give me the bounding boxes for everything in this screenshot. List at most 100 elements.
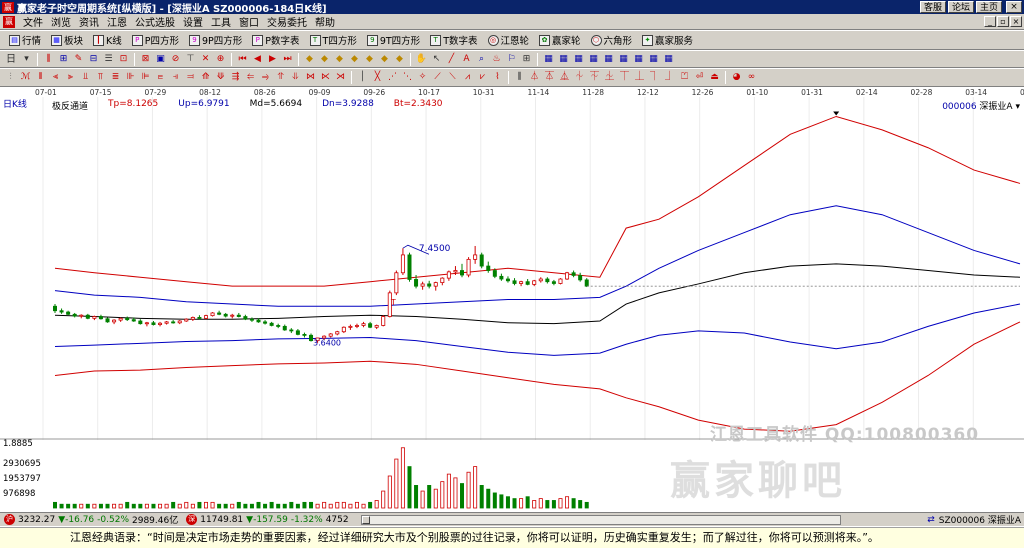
shenzhen-index[interactable]: 深 11749.81 ▼-157.59 -1.32% 4752 (182, 514, 352, 525)
draw-tool-icon[interactable]: ⊞ (520, 53, 533, 66)
draw-tool-icon[interactable]: ⊠ (139, 53, 152, 66)
draw-tool-icon[interactable]: ⊞ (57, 53, 70, 66)
menu-tools[interactable]: 工具 (207, 14, 235, 29)
analysis-tool-icon[interactable]: ⏈ (603, 71, 616, 84)
analysis-tool-icon[interactable]: ⋈ (304, 71, 317, 84)
dropdown-icon[interactable]: ▾ (1015, 102, 1020, 112)
analysis-tool-icon[interactable]: ⫫ (79, 71, 92, 84)
draw-tool-icon[interactable]: ⊡ (117, 53, 130, 66)
toolbar-9t-square-button[interactable]: 9 9T四方形 (362, 33, 425, 47)
diamond-tool-icon[interactable]: ◆ (363, 53, 376, 66)
analysis-tool-icon[interactable]: ⇶ (229, 71, 242, 84)
draw-tool-icon[interactable]: ⊤ (184, 53, 197, 66)
analysis-tool-icon[interactable]: ⫷ (49, 71, 62, 84)
toolbar-gann-wheel-button[interactable]: ◎ 江恩轮 (483, 33, 535, 47)
pointer-icon[interactable]: ↖ (430, 53, 443, 66)
toolbar-winner-wheel-button[interactable]: ✿ 赢家轮 (534, 33, 586, 47)
analysis-tool-icon[interactable]: ⋊ (334, 71, 347, 84)
draw-tool-icon[interactable]: ⊟ (87, 53, 100, 66)
kline-chart[interactable]: 07-01 07-15 07-29 08-12 08-26 09-09 09-26 10-17… (0, 87, 1024, 512)
analysis-tool-icon[interactable]: ⊫ (139, 71, 152, 84)
draw-tool-icon[interactable]: ▣ (154, 53, 167, 66)
diamond-tool-icon[interactable]: ◆ (333, 53, 346, 66)
grid-icon[interactable]: ▦ (632, 53, 645, 66)
diamond-tool-icon[interactable]: ◆ (318, 53, 331, 66)
analysis-tool-icon[interactable]: ⏃ (528, 71, 541, 84)
analysis-tool-icon[interactable]: ✧ (416, 71, 429, 84)
analysis-tool-icon[interactable]: ⏅ (558, 71, 571, 84)
forum-link[interactable]: 论坛 (947, 1, 974, 13)
hand-icon[interactable]: ✋ (415, 53, 428, 66)
diamond-tool-icon[interactable]: ◆ (303, 53, 316, 66)
toolbar-p-number-button[interactable]: P P数字表 (247, 33, 304, 47)
color-wheel-icon[interactable]: ◕ (730, 71, 743, 84)
toolbar-9p-square-button[interactable]: 9 9P四方形 (184, 33, 247, 47)
analysis-tool-icon[interactable]: ⫢ (154, 71, 167, 84)
draw-tool-icon[interactable]: ⊘ (169, 53, 182, 66)
menu-formula[interactable]: 公式选股 (131, 14, 179, 29)
menu-gann[interactable]: 江恩 (103, 14, 131, 29)
diamond-tool-icon[interactable]: ◆ (348, 53, 361, 66)
current-stock[interactable]: SZ000006 深振业A (939, 513, 1021, 526)
draw-tool-icon[interactable]: ✎ (72, 53, 85, 66)
grid-icon[interactable]: ▦ (587, 53, 600, 66)
analysis-tool-icon[interactable]: ⏌ (663, 71, 676, 84)
analysis-tool-icon[interactable]: ⫸ (64, 71, 77, 84)
last-icon[interactable]: ⏭ (281, 53, 294, 66)
menu-help[interactable]: 帮助 (311, 14, 339, 29)
analysis-tool-icon[interactable]: ⏆ (573, 71, 586, 84)
analysis-tool-icon[interactable]: ⥤ (259, 71, 272, 84)
scrollbar-thumb[interactable] (361, 515, 370, 524)
analysis-tool-icon[interactable]: ⫤ (184, 71, 197, 84)
minimize-icon[interactable]: _ (984, 16, 996, 27)
analysis-tool-icon[interactable]: ⫪ (94, 71, 107, 84)
analysis-tool-icon[interactable]: ⟱ (214, 71, 227, 84)
analysis-tool-icon[interactable]: ⫶ (4, 71, 17, 84)
service-link[interactable]: 客服 (919, 1, 946, 13)
grid-icon[interactable]: ▦ (602, 53, 615, 66)
first-icon[interactable]: ⏮ (236, 53, 249, 66)
menu-trade[interactable]: 交易委托 (263, 14, 311, 29)
next-icon[interactable]: ▶ (266, 53, 279, 66)
toolbar-t-square-button[interactable]: T T四方形 (305, 33, 362, 47)
analysis-tool-icon[interactable]: ⋱ (401, 71, 414, 84)
shanghai-index[interactable]: 沪 3232.27 ▼-16.76 -0.52% 2989.46亿 (0, 513, 182, 526)
toolbar-hexagon-button[interactable]: ⬡ 六角形 (586, 33, 638, 47)
toolbar-p-square-button[interactable]: P P四方形 (127, 33, 184, 47)
analysis-tool-icon[interactable]: ⋰ (386, 71, 399, 84)
zoom-icon[interactable]: ⌕ (475, 53, 488, 66)
toolbar-kline-button[interactable]: ┃ K线 (88, 33, 127, 47)
grid-icon[interactable]: ▦ (572, 53, 585, 66)
analysis-tool-icon[interactable]: ⥣ (274, 71, 287, 84)
analysis-tool-icon[interactable]: │ (356, 71, 369, 84)
analysis-tool-icon[interactable]: ⟍ (446, 71, 459, 84)
doc-close-icon[interactable]: × (1010, 16, 1022, 27)
draw-tool-icon[interactable]: ⫼ (42, 53, 55, 66)
period-selector[interactable]: 日 (4, 53, 18, 66)
close-button[interactable]: × (1006, 1, 1022, 13)
homepage-link[interactable]: 主页 (975, 1, 1002, 13)
draw-tool-icon[interactable]: ⚐ (505, 53, 518, 66)
grid-icon[interactable]: ▦ (617, 53, 630, 66)
menu-file[interactable]: 文件 (19, 14, 47, 29)
toolbar-quote-button[interactable]: ▤ 行情 (4, 33, 46, 47)
draw-tool-icon[interactable]: ⊕ (214, 53, 227, 66)
toolbar-service-button[interactable]: ✦ 赢家服务 (637, 33, 698, 47)
analysis-tool-icon[interactable]: ╳ (371, 71, 384, 84)
analysis-tool-icon[interactable]: ⏏ (708, 71, 721, 84)
draw-tool-icon[interactable]: ☰ (102, 53, 115, 66)
analysis-tool-icon[interactable]: ⏇ (588, 71, 601, 84)
infinity-icon[interactable]: ∞ (745, 71, 758, 84)
analysis-tool-icon[interactable]: ⏍ (678, 71, 691, 84)
menu-settings[interactable]: 设置 (179, 14, 207, 29)
line-tool-icon[interactable]: ╱ (445, 53, 458, 66)
analysis-tool-icon[interactable]: ⥢ (244, 71, 257, 84)
analysis-tool-icon[interactable]: ⩗ (476, 71, 489, 84)
diamond-tool-icon[interactable]: ◆ (393, 53, 406, 66)
grid-icon[interactable]: ▦ (542, 53, 555, 66)
analysis-tool-icon[interactable]: ⟋ (431, 71, 444, 84)
diamond-tool-icon[interactable]: ◆ (378, 53, 391, 66)
restore-icon[interactable]: ▫ (997, 16, 1009, 27)
menu-browse[interactable]: 浏览 (47, 14, 75, 29)
analysis-tool-icon[interactable]: ⊪ (124, 71, 137, 84)
